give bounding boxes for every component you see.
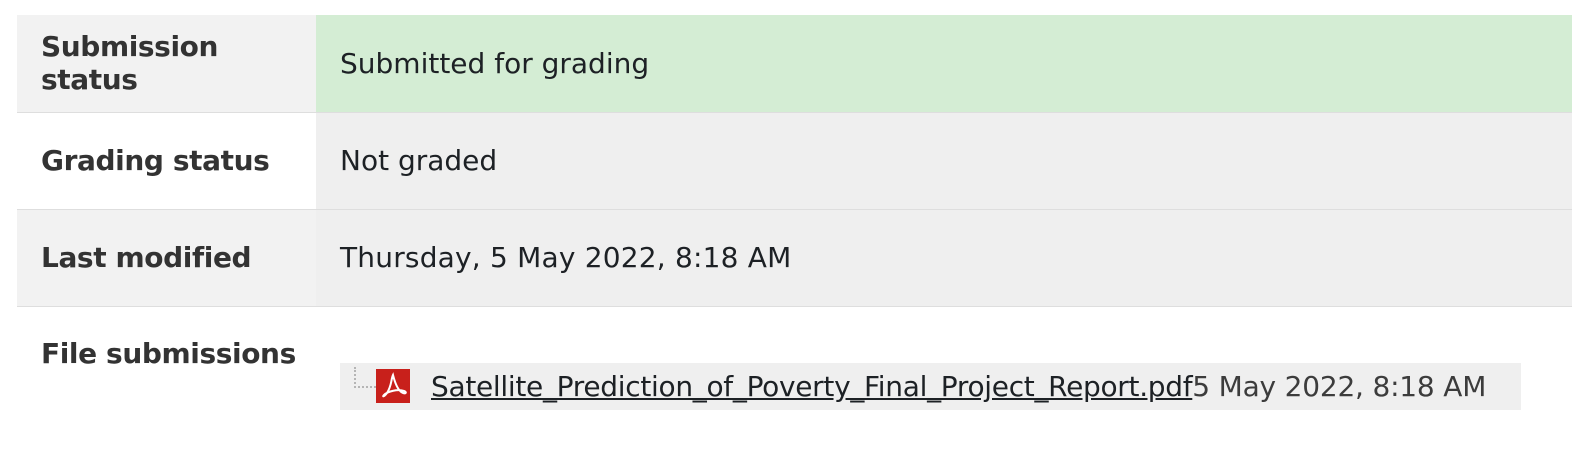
grading-status-value: Not graded xyxy=(316,112,1572,210)
last-modified-row: Last modified Thursday, 5 May 2022, 8:18… xyxy=(17,209,1572,307)
file-link[interactable]: Satellite_Prediction_of_Poverty_Final_Pr… xyxy=(431,370,1193,403)
submission-status-label: Submission status xyxy=(17,15,316,113)
file-date: 5 May 2022, 8:18 AM xyxy=(1192,369,1487,403)
file-submissions-label: File submissions xyxy=(17,306,316,438)
pdf-icon xyxy=(376,369,410,403)
submission-status-row: Submission status Submitted for grading xyxy=(17,15,1572,113)
last-modified-value: Thursday, 5 May 2022, 8:18 AM xyxy=(316,209,1572,307)
last-modified-label: Last modified xyxy=(17,209,316,307)
grading-status-label: Grading status xyxy=(17,112,316,210)
file-submissions-value: Satellite_Prediction_of_Poverty_Final_Pr… xyxy=(316,306,1572,438)
submission-status-table: Submission status Submitted for grading … xyxy=(17,15,1572,438)
tree-branch-line xyxy=(354,366,376,388)
grading-status-row: Grading status Not graded xyxy=(17,112,1572,210)
submission-status-value: Submitted for grading xyxy=(316,15,1572,113)
file-submissions-row: File submissions Satellite_Prediction_of… xyxy=(17,306,1572,438)
file-tree-item: Satellite_Prediction_of_Poverty_Final_Pr… xyxy=(340,362,1521,410)
